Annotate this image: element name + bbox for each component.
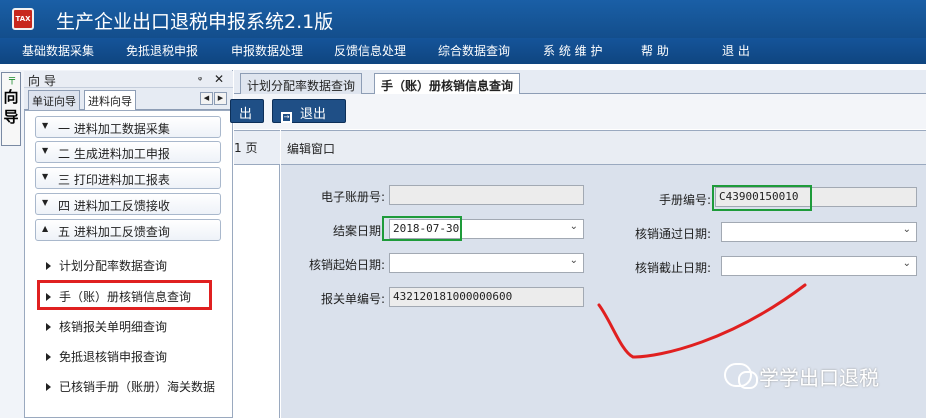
- vtab-label-top: 向: [3, 88, 19, 106]
- nav-item-plan-rate-query[interactable]: 计划分配率数据查询: [46, 257, 167, 274]
- vertical-guide-tab[interactable]: ╤ 向 导: [1, 72, 21, 146]
- nav-header-title: 向 导: [28, 74, 56, 88]
- close-icon[interactable]: ✕: [214, 72, 224, 86]
- red-annotation-stroke: [597, 283, 807, 359]
- app-title: 生产企业出口退税申报系统2.1版: [56, 11, 334, 33]
- pin-icon: ╤: [8, 74, 16, 85]
- chevron-down-icon: ⌄: [902, 258, 911, 269]
- chevron-down-icon: ▼: [42, 121, 49, 130]
- chevron-down-icon: ▼: [42, 172, 49, 181]
- title-bar: TAX 生产企业出口退税申报系统2.1版: [0, 0, 926, 38]
- customs-no-field[interactable]: 432120181000000600: [389, 287, 584, 307]
- watermark-text: 学学出口退税: [759, 366, 879, 390]
- menu-help[interactable]: 帮 助: [641, 42, 669, 59]
- vtab-label-bottom: 导: [3, 108, 19, 126]
- nav-item-customs-detail-query[interactable]: 核销报关单明细查询: [46, 318, 167, 335]
- highlight-red-box: [37, 280, 212, 310]
- section-print-report[interactable]: ▼ 三 打印进料加工报表: [35, 167, 221, 189]
- document-tab-strip: 计划分配率数据查询 手（账）册核销信息查询: [234, 70, 926, 94]
- triangle-right-icon: [46, 353, 51, 361]
- scroll-right-icon[interactable]: ▶: [214, 92, 227, 105]
- menu-refund-declare[interactable]: 免抵退税申报: [126, 42, 198, 59]
- verify-start-select[interactable]: ⌄: [389, 253, 584, 273]
- export-button[interactable]: 出: [230, 99, 264, 123]
- menu-exit[interactable]: 退 出: [722, 42, 750, 59]
- scroll-left-icon[interactable]: ◀: [200, 92, 213, 105]
- wechat-icon: [724, 363, 758, 389]
- nav-item-exemption-query[interactable]: 免抵退核销申报查询: [46, 348, 167, 365]
- tab-import-guide[interactable]: 进料向导: [84, 90, 136, 111]
- nav-tab-strip: 单证向导 进料向导 ◀ ▶: [24, 88, 233, 111]
- nav-item-verified-manual-data[interactable]: 已核销手册（账册）海关数据: [46, 378, 215, 395]
- tab-document-guide[interactable]: 单证向导: [28, 90, 80, 110]
- record-list: 1 页: [234, 130, 280, 418]
- menu-query[interactable]: 综合数据查询: [438, 42, 510, 59]
- chevron-up-icon: ▲: [42, 224, 49, 233]
- ebook-no-field[interactable]: [389, 185, 584, 205]
- chevron-down-icon: ▼: [42, 146, 49, 155]
- menu-data-process[interactable]: 申报数据处理: [231, 42, 303, 59]
- section-generate-declare[interactable]: ▼ 二 生成进料加工申报: [35, 141, 221, 163]
- verify-start-label: 核销起始日期:: [308, 258, 385, 272]
- section-feedback-receive[interactable]: ▼ 四 进料加工反馈接收: [35, 193, 221, 215]
- triangle-right-icon: [46, 323, 51, 331]
- triangle-right-icon: [46, 383, 51, 391]
- edit-panel-title: 编辑窗口: [281, 131, 926, 165]
- exit-icon: →: [281, 112, 292, 123]
- toolbar: 出 → 退出: [230, 94, 926, 129]
- app-logo-icon: TAX: [12, 8, 34, 30]
- menu-basic-data[interactable]: 基础数据采集: [22, 42, 94, 59]
- verify-pass-date-select[interactable]: ⌄: [721, 222, 917, 242]
- edit-panel: 编辑窗口 电子账册号: 结案日期: 2018-07-30 ⌄ 核销起始日期: ⌄ …: [281, 130, 926, 418]
- chevron-down-icon: ⌄: [569, 221, 578, 232]
- triangle-right-icon: [46, 262, 51, 270]
- chevron-down-icon: ⌄: [902, 224, 911, 235]
- tab-manual-verify-query[interactable]: 手（账）册核销信息查询: [374, 73, 521, 94]
- menu-bar: 基础数据采集 免抵退税申报 申报数据处理 反馈信息处理 综合数据查询 系 统 维…: [0, 38, 926, 64]
- chevron-down-icon: ⌄: [569, 255, 578, 266]
- ebook-no-label: 电子账册号:: [320, 190, 385, 204]
- nav-header: 向 导 ᵩ ✕: [24, 71, 233, 88]
- page-indicator: 1 页: [234, 131, 280, 165]
- verify-pass-date-label: 核销通过日期:: [634, 227, 711, 241]
- menu-system[interactable]: 系 统 维 护: [543, 42, 602, 59]
- section-feedback-query[interactable]: ▲ 五 进料加工反馈查询: [35, 219, 221, 241]
- customs-no-label: 报关单编号:: [320, 292, 385, 306]
- pin-icon[interactable]: ᵩ: [198, 72, 202, 83]
- highlight-green-box-manual: [712, 185, 812, 211]
- manual-no-label: 手册编号:: [658, 193, 711, 207]
- chevron-down-icon: ▼: [42, 198, 49, 207]
- tab-plan-rate-query[interactable]: 计划分配率数据查询: [240, 73, 363, 94]
- exit-button[interactable]: → 退出: [272, 99, 346, 123]
- highlight-green-box-date: [382, 216, 462, 241]
- close-date-label: 结案日期:: [332, 224, 385, 238]
- menu-feedback[interactable]: 反馈信息处理: [334, 42, 406, 59]
- section-data-collect[interactable]: ▼ 一 进料加工数据采集: [35, 116, 221, 138]
